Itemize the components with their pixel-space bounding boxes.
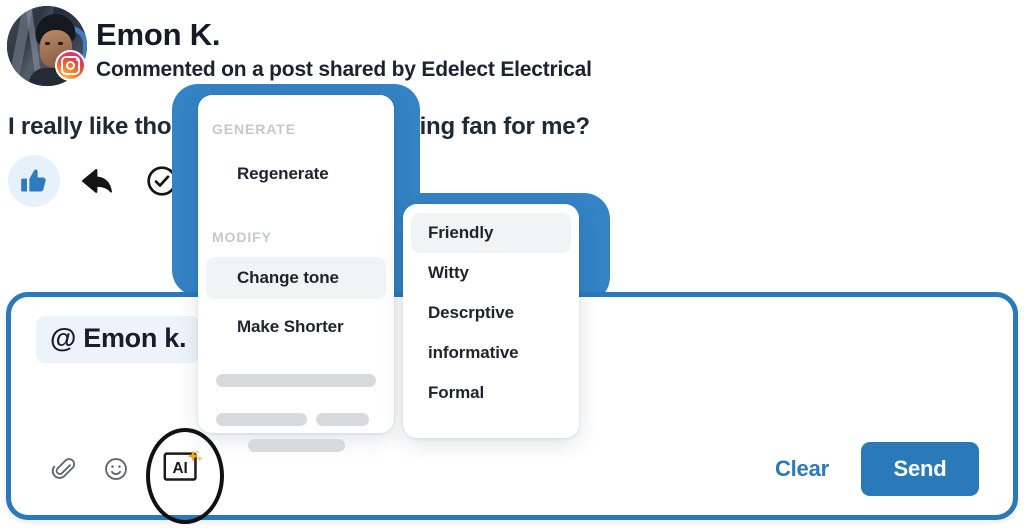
- menu-item-regenerate[interactable]: Regenerate: [206, 153, 386, 195]
- send-button[interactable]: Send: [861, 442, 979, 496]
- tone-option-descriptive[interactable]: Descrptive: [411, 293, 571, 333]
- comment-subtitle: Commented on a post shared by Edelect El…: [96, 58, 592, 81]
- mention-chip[interactable]: @ Emon k.: [36, 316, 201, 363]
- tone-option-formal[interactable]: Formal: [411, 373, 571, 413]
- ai-actions-menu: GENERATE Regenerate MODIFY Change tone M…: [198, 95, 394, 452]
- skeleton-bar: [247, 439, 345, 452]
- skeleton-bar: [216, 413, 307, 426]
- skeleton-bar: [216, 374, 376, 387]
- comment-header: Emon K. Commented on a post shared by Ed…: [0, 0, 1024, 95]
- app-screenshot: Emon K. Commented on a post shared by Ed…: [0, 0, 1024, 528]
- reply-action[interactable]: [72, 155, 124, 207]
- avatar[interactable]: [7, 6, 87, 86]
- tone-option-witty[interactable]: Witty: [411, 253, 571, 293]
- skeleton-row: [216, 413, 376, 426]
- composer-actions: Clear Send: [769, 442, 979, 496]
- smiley-face-icon: [105, 458, 127, 480]
- instagram-icon: [55, 50, 86, 81]
- thumbs-up-icon: [21, 169, 46, 192]
- tone-option-informative[interactable]: informative: [411, 333, 571, 373]
- menu-section-modify-label: MODIFY: [212, 229, 272, 245]
- composer-tools-left: AI: [49, 428, 224, 524]
- reaction-bar: [8, 155, 188, 207]
- skeleton-row: [216, 439, 376, 452]
- menu-item-make-shorter[interactable]: Make Shorter: [206, 306, 386, 348]
- instagram-dot: [75, 58, 78, 61]
- avatar-eye-right: [58, 42, 63, 45]
- tone-option-friendly[interactable]: Friendly: [411, 213, 571, 253]
- paperclip-icon: [51, 458, 76, 479]
- preview-skeleton: [198, 374, 394, 452]
- emoji-picker-button[interactable]: [101, 454, 131, 484]
- ai-assist-button[interactable]: AI: [146, 428, 224, 524]
- skeleton-bar: [316, 413, 369, 426]
- page-title: Emon K.: [96, 17, 221, 52]
- tone-options-menu: Friendly Witty Descrptive informative Fo…: [403, 204, 579, 438]
- attach-file-button[interactable]: [49, 454, 79, 484]
- clear-button[interactable]: Clear: [769, 452, 835, 486]
- avatar-eye-left: [45, 42, 50, 45]
- ai-sparkle-icon: AI: [163, 450, 203, 481]
- menu-item-change-tone[interactable]: Change tone: [206, 257, 386, 299]
- menu-section-generate-label: GENERATE: [212, 121, 296, 137]
- skeleton-row: [216, 374, 376, 387]
- reply-arrow-icon: [81, 169, 112, 193]
- like-reaction[interactable]: [8, 155, 60, 207]
- ai-icon-label: AI: [172, 460, 187, 477]
